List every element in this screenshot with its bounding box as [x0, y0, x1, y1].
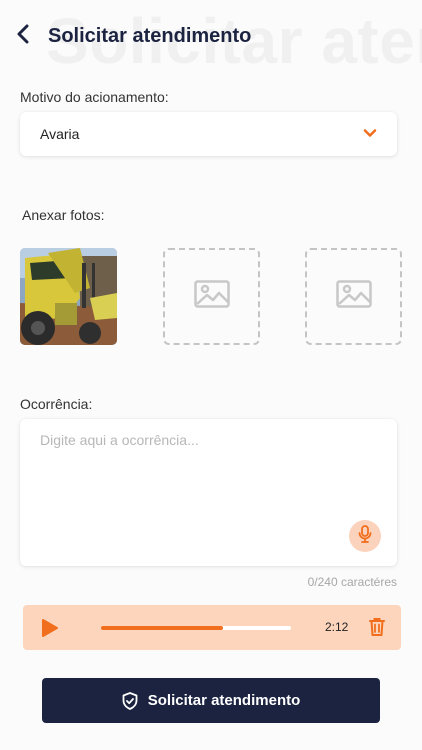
audio-progress-fill — [101, 626, 223, 630]
audio-duration: 2:12 — [325, 620, 349, 634]
chevron-left-icon — [16, 24, 30, 49]
submit-button[interactable]: Solicitar atendimento — [42, 678, 380, 723]
play-icon[interactable] — [41, 618, 61, 638]
photo-slot-2[interactable] — [163, 248, 260, 345]
image-icon — [335, 280, 372, 313]
shield-check-icon — [122, 691, 138, 710]
fotos-label: Anexar fotos: — [22, 207, 105, 223]
microphone-icon — [358, 524, 372, 548]
motivo-select[interactable]: Avaria — [20, 112, 397, 156]
chevron-down-icon — [363, 126, 377, 145]
motivo-label: Motivo do acionamento: — [20, 89, 169, 105]
image-icon — [193, 280, 230, 313]
page-title: Solicitar atendimento — [48, 24, 252, 47]
photo-slot-3[interactable] — [305, 248, 402, 345]
audio-progress-track[interactable] — [101, 626, 291, 630]
submit-button-label: Solicitar atendimento — [147, 692, 301, 709]
header: Solicitar atendimento — [16, 18, 251, 54]
character-counter: 0/240 caractéres — [307, 575, 397, 589]
ocorrencia-box — [20, 419, 397, 566]
audio-player: 2:12 — [23, 605, 401, 650]
ocorrencia-label: Ocorrência: — [20, 396, 93, 412]
voice-record-button[interactable] — [349, 520, 381, 552]
back-button[interactable] — [16, 18, 38, 54]
ocorrencia-textarea[interactable] — [20, 419, 397, 566]
trash-icon[interactable] — [369, 617, 385, 642]
attached-photo-thumbnail[interactable] — [20, 248, 117, 345]
motivo-select-value: Avaria — [40, 126, 80, 142]
